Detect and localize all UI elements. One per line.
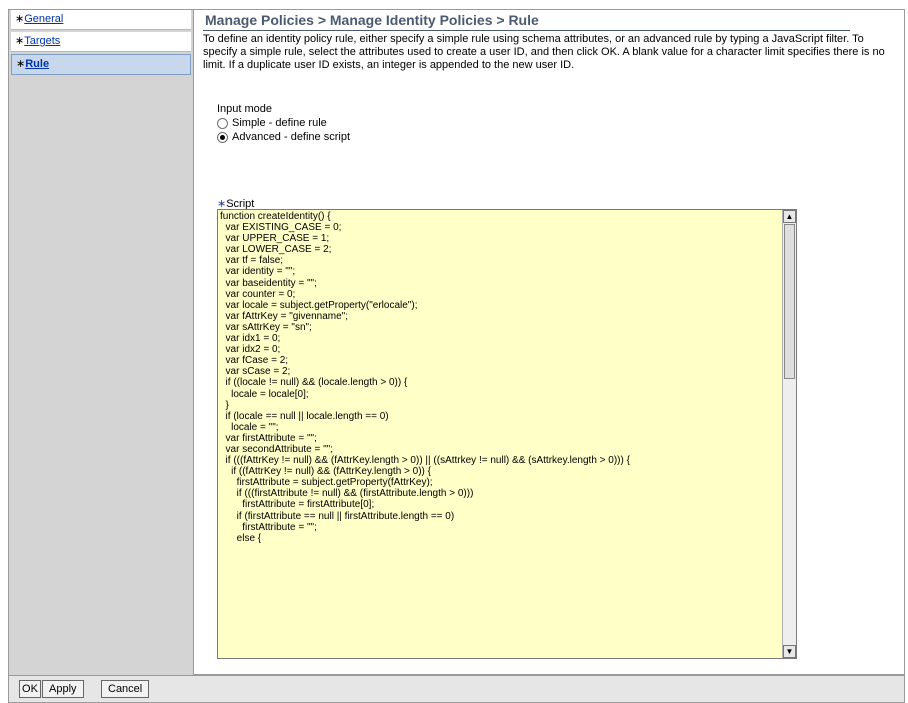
radio-selected-dot	[220, 134, 225, 140]
sidebar-item-label[interactable]: Targets	[24, 35, 60, 47]
input-mode-label: Input mode	[217, 103, 273, 115]
radio-advanced[interactable]: Advanced - define script	[217, 131, 350, 143]
radio-simple[interactable]: Simple - define rule	[217, 117, 350, 129]
input-mode-group: Input mode Simple - define rule Advanced…	[217, 103, 350, 143]
scroll-up-arrow-icon[interactable]: ▲	[783, 210, 796, 223]
cancel-button[interactable]: Cancel	[101, 680, 150, 698]
script-code[interactable]: function createIdentity() { var EXISTING…	[218, 210, 796, 545]
vertical-scrollbar[interactable]: ▲ ▼	[782, 210, 796, 658]
scroll-down-arrow-icon[interactable]: ▼	[783, 645, 796, 658]
radio-simple-label: Simple - define rule	[232, 117, 327, 129]
sidebar-item-label[interactable]: General	[24, 13, 63, 25]
scrollbar-thumb[interactable]	[784, 224, 795, 379]
required-mark: ∗	[16, 58, 26, 70]
sidebar-item-targets[interactable]: ∗Targets	[11, 32, 191, 52]
page-description: To define an identity policy rule, eithe…	[203, 33, 885, 71]
sidebar-item-rule[interactable]: ∗Rule	[11, 54, 191, 75]
radio-advanced-label: Advanced - define script	[232, 131, 351, 143]
sidebar-item-general[interactable]: ∗General	[11, 10, 191, 30]
main-content: Manage Policies > Manage Identity Polici…	[203, 10, 903, 659]
button-bar: OK Apply Cancel	[8, 675, 905, 703]
page-title: Manage Policies > Manage Identity Polici…	[203, 10, 850, 31]
required-mark: ∗	[15, 13, 25, 25]
script-textarea[interactable]: function createIdentity() { var EXISTING…	[217, 209, 797, 659]
radio-icon[interactable]	[217, 117, 228, 129]
apply-button[interactable]: Apply	[42, 680, 84, 698]
sidebar: ∗General ∗Targets ∗Rule	[9, 10, 194, 675]
required-mark: ∗	[15, 35, 25, 47]
sidebar-item-label[interactable]: Rule	[25, 58, 49, 70]
radio-icon[interactable]	[217, 131, 228, 143]
